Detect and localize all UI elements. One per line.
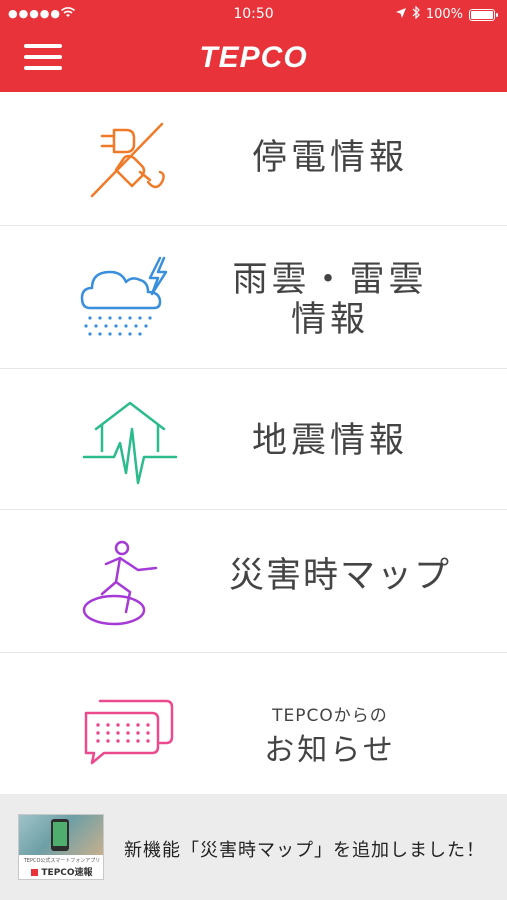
smartphone-icon (51, 819, 69, 851)
rain-line2-text: 情報 (290, 300, 369, 341)
thumbnail-brand: TEPCO速報 (19, 865, 103, 878)
banner-thumbnail: TEPCO公式スマートフォンアプリ TEPCO速報 (18, 814, 104, 880)
rain-line1-text: 雨雲・雷雲 (232, 260, 428, 300)
battery-percent: 100% (425, 7, 463, 22)
menu-item-disaster-map[interactable]: 災害時マップ (0, 510, 507, 653)
banner-text: 新機能「災害時マップ」を追加しました！ (124, 840, 485, 861)
location-arrow-icon (395, 7, 406, 22)
app-header: TEPCO (0, 28, 507, 92)
menu-label-rain-line1: 雨雲・雷雲 情報 (190, 260, 470, 341)
evacuation-person-icon (82, 540, 158, 626)
menu-label-earthquake: 地震情報 (251, 421, 408, 461)
menu-label-disaster-map: 災害時マップ (228, 556, 451, 596)
menu-item-tepco-news[interactable]: TEPCOからの お知らせ (0, 653, 507, 795)
unplugged-plug-icon (90, 122, 165, 198)
menu-item-outage-info[interactable]: 停電情報 (0, 92, 507, 226)
thundercloud-rain-icon (80, 256, 168, 336)
menu-item-earthquake-info[interactable]: 地震情報 (0, 369, 507, 510)
menu-label-news-big: お知らせ (264, 733, 396, 768)
menu-label-news-small: TEPCOからの (272, 706, 388, 726)
announcement-banner[interactable]: TEPCO公式スマートフォンアプリ TEPCO速報 新機能「災害時マップ」を追加… (0, 794, 507, 900)
battery-icon (469, 8, 498, 21)
bluetooth-icon (412, 5, 420, 23)
tepco-logo: TEPCO (199, 41, 308, 74)
menu-label-outage: 停電情報 (251, 138, 408, 178)
thumbnail-caption: TEPCO公式スマートフォンアプリ (23, 858, 101, 864)
menu-item-rain-thunder-clouds[interactable]: 雨雲・雷雲 情報 (0, 226, 507, 369)
main-menu: 停電情報 雨雲・雷雲 情報 地震情報 災害時マップ TEPCOからの お知らせ (0, 92, 507, 795)
thumbnail-brand-text: TEPCO速報 (41, 868, 93, 878)
message-bubbles-icon (84, 699, 174, 765)
tepco-mark-icon (31, 869, 39, 876)
status-bar: ●●●●● 10:50 100% (0, 0, 507, 28)
house-seismograph-icon (82, 401, 178, 485)
